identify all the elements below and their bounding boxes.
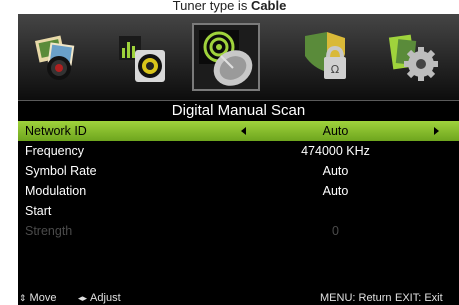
row-value: Auto — [322, 164, 349, 178]
lock-icon[interactable]: Ω — [297, 28, 355, 86]
hint-adjust: ◂▸ Adjust — [78, 291, 121, 305]
row-value: Auto — [322, 184, 349, 198]
row-symbol-rate[interactable]: Symbol Rate Auto — [18, 161, 459, 181]
row-strength: Strength 0 — [18, 221, 459, 241]
left-right-icon: ◂▸ — [78, 293, 88, 303]
page-title: Digital Manual Scan — [171, 102, 306, 119]
row-value: 474000 KHz — [301, 144, 370, 158]
hint-move-label: Move — [29, 292, 57, 304]
row-label: Network ID — [25, 124, 87, 138]
row-label: Start — [25, 204, 52, 218]
caption-tuner-type: Cable — [250, 0, 287, 13]
footer-hints: ⇕ Move ◂▸ Adjust MENU: Return EXIT: Exit — [18, 291, 459, 305]
row-label: Symbol Rate — [25, 164, 97, 178]
divider — [18, 100, 459, 101]
setup-icon[interactable] — [385, 28, 443, 86]
hint-adjust-label: Adjust — [90, 292, 121, 304]
menu-icon-bar: Ω — [18, 14, 459, 100]
hint-menu: MENU: Return — [320, 292, 392, 304]
caption: Tuner type is Cable — [0, 0, 459, 14]
arrow-right-icon[interactable] — [434, 127, 439, 135]
hint-move: ⇕ Move — [19, 291, 56, 305]
row-label: Strength — [25, 224, 73, 238]
sound-icon[interactable] — [113, 28, 171, 86]
row-frequency[interactable]: Frequency 474000 KHz — [18, 141, 459, 161]
hint-exit: EXIT: Exit — [395, 292, 443, 304]
row-value: 0 — [332, 224, 339, 238]
tv-screen: Ω Digital Manual Scan Network ID Auto Fr… — [18, 14, 459, 305]
row-label: Frequency — [25, 144, 85, 158]
row-label: Modulation — [25, 184, 87, 198]
svg-text:Ω: Ω — [331, 63, 339, 76]
picture-icon[interactable] — [29, 28, 87, 86]
row-network-id[interactable]: Network ID Auto — [18, 121, 459, 141]
settings-list: Network ID Auto Frequency 474000 KHz Sym… — [18, 121, 459, 241]
caption-prefix: Tuner type is — [172, 0, 251, 13]
row-value: Auto — [322, 124, 349, 138]
row-modulation[interactable]: Modulation Auto — [18, 181, 459, 201]
channel-icon[interactable] — [191, 22, 261, 92]
up-down-icon: ⇕ — [19, 293, 27, 303]
arrow-left-icon[interactable] — [241, 127, 246, 135]
row-start[interactable]: Start — [18, 201, 459, 221]
